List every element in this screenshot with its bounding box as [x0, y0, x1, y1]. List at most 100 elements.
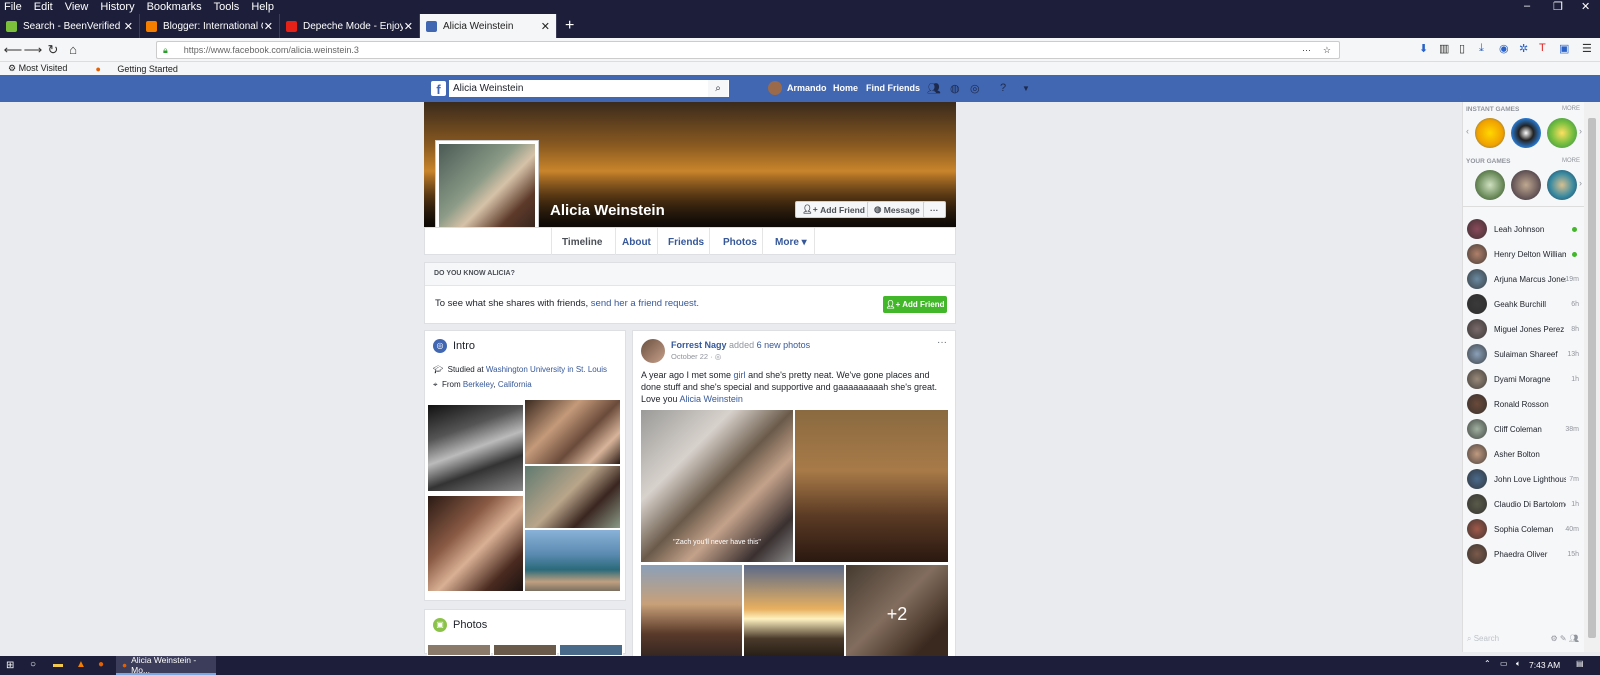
hamburger-menu-icon[interactable]: ☰ [1582, 42, 1592, 55]
photos-title[interactable]: Photos [453, 619, 487, 631]
tab-timeline[interactable]: Timeline [562, 237, 602, 248]
add-friend-green-button[interactable]: 👤︎+ Add Friend [883, 296, 947, 313]
taskbar-clock[interactable]: 7:43 AM [1529, 660, 1560, 670]
photos-thumb[interactable] [493, 644, 557, 656]
contact-item[interactable]: Ronald Rosson [1467, 393, 1583, 415]
post-photo[interactable] [794, 409, 949, 563]
game-icon[interactable] [1475, 170, 1505, 200]
game-icon[interactable] [1547, 118, 1577, 148]
reload-icon[interactable]: ↻ [43, 42, 63, 58]
tray-chevron-icon[interactable]: ⌃ [1484, 659, 1491, 668]
intro-photo[interactable] [427, 495, 524, 592]
cortana-search-icon[interactable]: ○ [30, 659, 36, 670]
your-games-more-link[interactable]: MORE [1562, 158, 1580, 164]
menu-help[interactable]: Help [251, 1, 274, 13]
post-photo[interactable]: "Zach you'll never have this" [640, 409, 794, 563]
game-icon[interactable] [1511, 170, 1541, 200]
search-icon[interactable]: ⌕ [708, 80, 728, 97]
close-tab-icon[interactable]: ✕ [264, 20, 273, 33]
library-icon[interactable]: ▥ [1439, 42, 1449, 55]
bookmark-getting-started[interactable]: ● Getting Started [95, 64, 192, 74]
tab-facebook[interactable]: Alicia Weinstein ✕ [420, 14, 557, 38]
tab-youtube[interactable]: Depeche Mode - Enjoy The...✕ [280, 14, 420, 38]
more-options-button[interactable]: ··· [923, 201, 946, 218]
tab-blogger[interactable]: Blogger: International Order Of...✕ [140, 14, 280, 38]
facebook-logo-icon[interactable]: f [431, 81, 446, 97]
new-tab-button[interactable]: + [557, 14, 582, 38]
extension-box-icon[interactable]: ▣ [1559, 42, 1569, 55]
friend-request-link[interactable]: send her a friend request. [591, 298, 699, 309]
post-author-avatar[interactable] [641, 339, 665, 363]
intro-photo[interactable] [427, 404, 524, 492]
account-menu-chevron-icon[interactable]: ▼ [1022, 84, 1030, 93]
menu-view[interactable]: View [65, 1, 89, 13]
contact-item[interactable]: Phaedra Oliver 15h [1467, 543, 1583, 565]
game-icon[interactable] [1547, 170, 1577, 200]
pool-game-icon[interactable] [1511, 118, 1541, 148]
school-link[interactable]: Washington University in St. Louis [486, 365, 607, 374]
help-icon[interactable]: ? [1000, 82, 1006, 94]
friend-requests-icon[interactable]: 👥︎ [927, 82, 941, 95]
close-window-button[interactable]: ✕ [1581, 0, 1590, 13]
contact-item[interactable]: Asher Bolton [1467, 443, 1583, 465]
add-friend-button[interactable]: 👤︎+ Add Friend [795, 201, 872, 218]
games-next-chevron-icon[interactable]: › [1579, 126, 1582, 136]
contact-item[interactable]: Cliff Coleman 38m [1467, 418, 1583, 440]
menu-edit[interactable]: Edit [34, 1, 53, 13]
url-bar[interactable]: 🔒︎ https://www.facebook.com/alicia.weins… [156, 41, 1340, 59]
tab-beenverified[interactable]: Search - BeenVerified ✕ [0, 14, 140, 38]
menu-file[interactable]: File [4, 1, 22, 13]
messenger-icon[interactable]: ◍ [950, 82, 960, 95]
close-tab-icon[interactable]: ✕ [541, 20, 550, 33]
notifications-icon[interactable]: ▤ [1576, 659, 1584, 668]
extension-download-icon[interactable]: ⤓ [1479, 42, 1484, 55]
back-icon[interactable]: ⟵ [3, 42, 23, 58]
home-link[interactable]: Home [833, 83, 858, 93]
menu-history[interactable]: History [100, 1, 134, 13]
close-tab-icon[interactable]: ✕ [404, 20, 413, 33]
new-photos-link[interactable]: 6 new photos [757, 340, 811, 350]
instant-games-more-link[interactable]: MORE [1562, 106, 1580, 112]
chat-search-input[interactable]: ⌕ Search ⚙︎ ✎ 👥︎ [1467, 634, 1579, 648]
words-game-icon[interactable] [1475, 118, 1505, 148]
post-photo-more[interactable]: +2 [845, 564, 949, 659]
games-prev-chevron-icon[interactable]: ‹ [1466, 126, 1469, 136]
chat-options-icon[interactable]: ⚙︎ ✎ 👥︎ [1551, 634, 1579, 643]
tab-more[interactable]: More ▾ [775, 237, 807, 248]
contact-item[interactable]: Miguel Jones Perez 8h [1467, 318, 1583, 340]
post-photo[interactable] [743, 564, 845, 659]
intro-photo[interactable] [524, 529, 621, 592]
home-icon[interactable]: ⌂ [63, 42, 83, 57]
contact-item[interactable]: Leah Johnson [1467, 218, 1583, 240]
file-explorer-icon[interactable]: ▬ [53, 659, 63, 670]
post-author-link[interactable]: Forrest Nagy [671, 340, 727, 350]
contact-item[interactable]: Geahk Burchill 6h [1467, 293, 1583, 315]
bookmark-star-icon[interactable]: ☆ [1323, 45, 1331, 56]
post-photo[interactable] [640, 564, 743, 659]
firefox-taskbar-icon[interactable]: ● [98, 659, 104, 670]
contact-item[interactable]: Henry Delton Williams [1467, 243, 1583, 265]
windows-start-icon[interactable]: ⊞ [6, 660, 14, 671]
page-scrollbar[interactable] [1584, 102, 1600, 652]
profile-name[interactable]: Alicia Weinstein [550, 202, 665, 219]
your-games-next-chevron-icon[interactable]: › [1579, 178, 1582, 188]
extension-shield-icon[interactable]: ◉ [1499, 42, 1509, 55]
extension-puzzle-icon[interactable]: ✲ [1519, 42, 1528, 55]
tab-photos[interactable]: Photos [723, 237, 757, 248]
menu-tools[interactable]: Tools [214, 1, 240, 13]
page-actions-icon[interactable]: ··· [1302, 45, 1311, 55]
contact-item[interactable]: Arjuna Marcus Jones 19m [1467, 268, 1583, 290]
extension-t-icon[interactable]: T [1539, 42, 1546, 54]
contact-item[interactable]: John Love Lighthouse 7m [1467, 468, 1583, 490]
intro-photo[interactable] [524, 465, 621, 529]
state-link[interactable]: California [498, 380, 532, 389]
network-icon[interactable]: ▭ [1500, 659, 1508, 668]
message-button[interactable]: ◍ Message [867, 201, 927, 218]
taskbar-active-window[interactable]: ● Alicia Weinstein - Mo... [116, 655, 216, 675]
volume-icon[interactable]: 🔈︎ [1516, 659, 1521, 669]
menu-bookmarks[interactable]: Bookmarks [147, 1, 202, 13]
photos-thumb[interactable] [559, 644, 623, 656]
close-tab-icon[interactable]: ✕ [124, 20, 133, 33]
post-date[interactable]: October 22 · ◎ [671, 352, 721, 361]
tab-about[interactable]: About [622, 237, 651, 248]
